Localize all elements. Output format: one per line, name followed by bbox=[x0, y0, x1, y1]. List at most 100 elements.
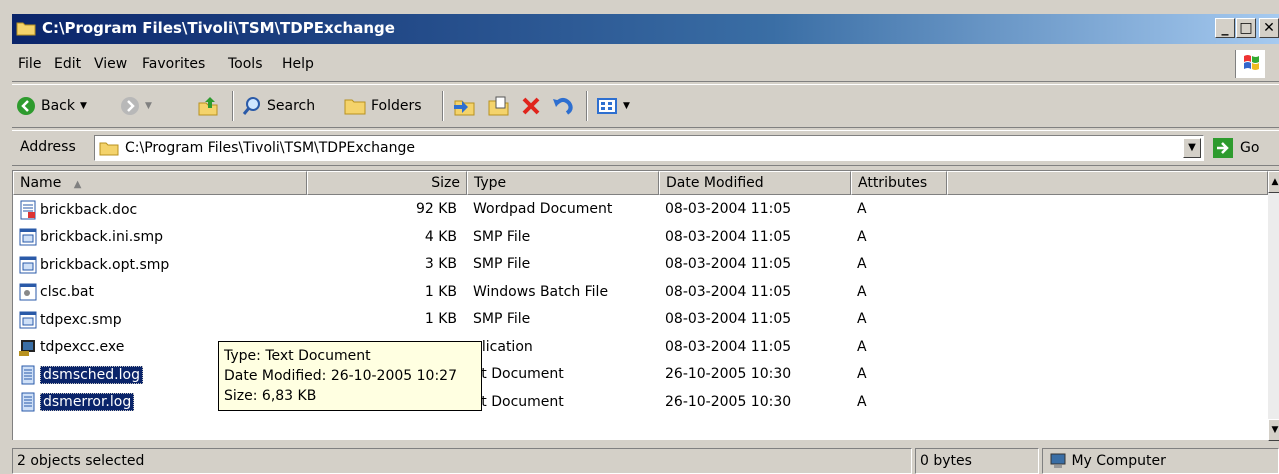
views-icon bbox=[597, 98, 617, 114]
back-icon bbox=[17, 97, 35, 115]
back-button[interactable]: Back ▼ bbox=[16, 93, 87, 119]
chevron-down-icon[interactable]: ▼ bbox=[80, 101, 87, 111]
file-name-cell[interactable]: brickback.doc bbox=[19, 197, 137, 222]
scroll-up-button[interactable]: ▲ bbox=[1268, 171, 1279, 193]
go-button[interactable]: Go bbox=[1212, 137, 1259, 159]
file-name: brickback.opt.smp bbox=[40, 256, 170, 273]
file-name-cell[interactable]: clsc.bat bbox=[19, 280, 94, 305]
column-header-date[interactable]: Date Modified bbox=[659, 171, 851, 195]
search-button[interactable]: Search bbox=[242, 93, 315, 119]
file-date-modified: 08-03-2004 11:05 bbox=[665, 256, 792, 272]
title-bar[interactable]: C:\Program Files\Tivoli\TSM\TDPExchange … bbox=[12, 14, 1279, 44]
column-header-attributes[interactable]: Attributes bbox=[851, 171, 947, 195]
file-date-modified: 26-10-2005 10:30 bbox=[665, 393, 792, 410]
file-row[interactable]: clsc.bat 1 KB Windows Batch File 08-03-2004… bbox=[13, 280, 1253, 307]
file-name: brickback.doc bbox=[40, 201, 138, 218]
my-computer-icon bbox=[1050, 453, 1066, 468]
address-label: Address bbox=[20, 139, 76, 155]
file-date-modified: 26-10-2005 10:30 bbox=[665, 366, 792, 382]
file-row[interactable]: tdpexc.smp 1 KB SMP File 08-03-2004 11:05 A bbox=[13, 307, 1253, 334]
toolbar-separator bbox=[442, 91, 444, 121]
vertical-scrollbar[interactable]: ▲ ▼ bbox=[1268, 171, 1279, 441]
file-date-modified: 08-03-2004 11:05 bbox=[665, 201, 792, 217]
file-name-cell[interactable]: dsmsched.log bbox=[19, 362, 143, 387]
menu-tools[interactable]: Tools bbox=[228, 56, 263, 72]
smp-file-icon bbox=[19, 310, 37, 330]
file-name: tdpexcc.exe bbox=[40, 339, 125, 355]
go-arrow-icon bbox=[1213, 138, 1233, 158]
close-button[interactable]: ✕ bbox=[1259, 18, 1279, 38]
status-zone-label: My Computer bbox=[1071, 453, 1166, 469]
address-dropdown-button[interactable]: ▼ bbox=[1183, 138, 1201, 158]
file-type: plication bbox=[473, 338, 533, 355]
forward-button[interactable]: ▼ bbox=[120, 93, 152, 119]
file-row[interactable]: dsmerror.log xt Document 26-10-2005 10:30 A bbox=[13, 390, 1253, 417]
file-name-cell[interactable]: tdpexc.smp bbox=[19, 307, 122, 332]
move-to-button[interactable] bbox=[452, 93, 476, 119]
file-type: SMP File bbox=[473, 311, 531, 327]
address-input[interactable]: C:\Program Files\Tivoli\TSM\TDPExchange … bbox=[94, 135, 1204, 161]
file-date-modified: 08-03-2004 11:05 bbox=[665, 283, 792, 300]
file-name-cell[interactable]: tdpexcc.exe bbox=[19, 335, 124, 360]
scroll-down-button[interactable]: ▼ bbox=[1268, 419, 1279, 441]
chevron-down-icon[interactable]: ▼ bbox=[623, 101, 630, 111]
folders-label: Folders bbox=[371, 98, 422, 114]
delete-button[interactable] bbox=[520, 93, 542, 119]
file-size: 1 KB bbox=[424, 283, 457, 300]
file-type: xt Document bbox=[473, 393, 564, 410]
doc-icon bbox=[19, 200, 37, 220]
status-selection-text: 2 objects selected bbox=[12, 448, 912, 474]
undo-button[interactable] bbox=[552, 93, 574, 119]
column-header-name[interactable]: Name ▲ bbox=[13, 171, 307, 195]
file-size: 4 KB bbox=[424, 228, 457, 245]
file-row[interactable]: dsmsched.log xt Document 26-10-2005 10:30 A bbox=[13, 362, 1253, 389]
address-value: C:\Program Files\Tivoli\TSM\TDPExchange bbox=[125, 140, 415, 156]
file-type: Wordpad Document bbox=[473, 201, 613, 217]
file-row[interactable]: brickback.ini.smp 4 KB SMP File 08-03-2004 … bbox=[13, 225, 1253, 252]
file-attributes: A bbox=[857, 366, 867, 382]
file-row[interactable]: brickback.opt.smp 3 KB SMP File 08-03-2004 … bbox=[13, 252, 1253, 279]
folders-button[interactable]: Folders bbox=[344, 93, 422, 119]
file-attributes: A bbox=[857, 201, 867, 217]
menu-help[interactable]: Help bbox=[282, 56, 314, 72]
file-row[interactable]: brickback.doc 92 KB Wordpad Document 08-03-… bbox=[13, 197, 1253, 224]
file-list-view[interactable]: Name ▲ Size Type Date Modified Attribute… bbox=[12, 170, 1279, 441]
delete-icon bbox=[522, 97, 540, 115]
go-label: Go bbox=[1240, 140, 1260, 156]
file-attributes: A bbox=[857, 256, 867, 272]
maximize-button[interactable]: □ bbox=[1236, 18, 1256, 38]
menu-edit[interactable]: Edit bbox=[54, 56, 81, 72]
up-folder-button[interactable] bbox=[197, 93, 219, 119]
file-attributes: A bbox=[857, 338, 867, 355]
file-name-cell[interactable]: brickback.opt.smp bbox=[19, 252, 169, 277]
minimize-button[interactable]: _ bbox=[1215, 18, 1235, 38]
smp-file-icon bbox=[19, 227, 37, 247]
views-button[interactable]: ▼ bbox=[596, 93, 630, 119]
search-icon bbox=[242, 97, 260, 115]
chevron-down-icon[interactable]: ▼ bbox=[145, 101, 152, 111]
menu-bar: File Edit View Favorites Tools Help bbox=[12, 46, 1279, 82]
column-header-type[interactable]: Type bbox=[467, 171, 659, 195]
menu-favorites[interactable]: Favorites bbox=[142, 56, 205, 72]
copy-to-button[interactable] bbox=[486, 93, 510, 119]
file-name: dsmsched.log bbox=[40, 365, 143, 384]
file-size: 1 KB bbox=[424, 311, 457, 327]
menu-view[interactable]: View bbox=[94, 56, 127, 72]
column-header-filler bbox=[947, 171, 1268, 195]
menu-file[interactable]: File bbox=[18, 56, 41, 72]
file-name: clsc.bat bbox=[40, 284, 94, 300]
window-title: C:\Program Files\Tivoli\TSM\TDPExchange bbox=[42, 19, 395, 37]
back-label: Back bbox=[41, 98, 75, 114]
column-name-label: Name bbox=[20, 175, 62, 191]
status-bar: 2 objects selected 0 bytes My Computer bbox=[12, 448, 1279, 474]
file-name-cell[interactable]: dsmerror.log bbox=[19, 390, 135, 415]
folders-icon bbox=[344, 99, 366, 115]
file-name: brickback.ini.smp bbox=[40, 229, 163, 245]
smp-file-icon bbox=[19, 255, 37, 275]
search-label: Search bbox=[267, 98, 316, 114]
status-size-text: 0 bytes bbox=[915, 448, 1039, 474]
log-file-icon bbox=[19, 365, 37, 385]
file-row[interactable]: tdpexcc.exe plication 08-03-2004 11:05 A bbox=[13, 335, 1253, 362]
column-header-size[interactable]: Size bbox=[307, 171, 467, 195]
file-name-cell[interactable]: brickback.ini.smp bbox=[19, 225, 163, 250]
